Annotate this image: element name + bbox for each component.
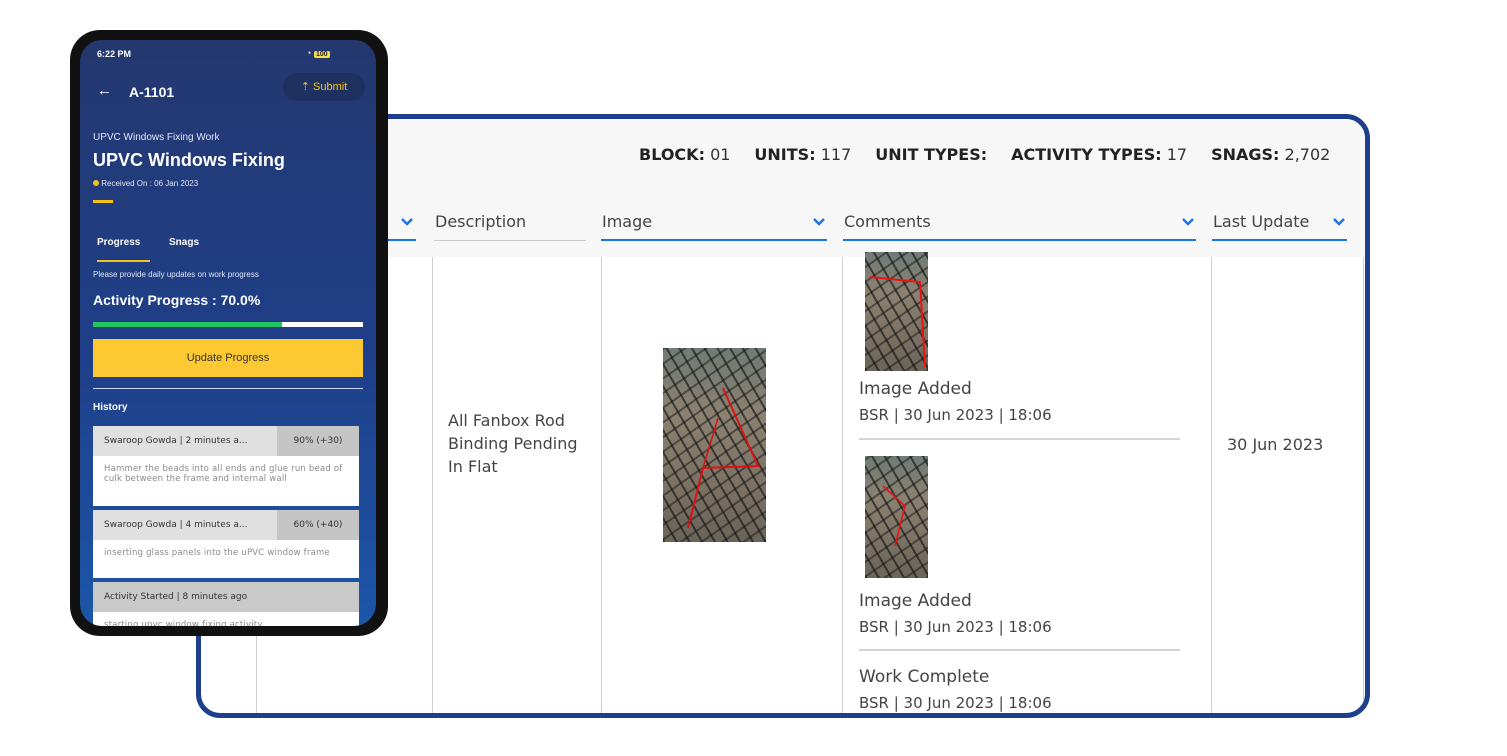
column-label: Image (602, 212, 653, 231)
history-item[interactable]: Swaroop Gowda | 4 minutes a... 60% (+40)… (93, 510, 359, 578)
history-note: starting upvc window fixing activity (104, 620, 263, 626)
stat-snags: SNAGS: 2,702 (1211, 145, 1331, 164)
stat-units: UNITS: 117 (754, 145, 852, 164)
comment-title: Image Added (859, 591, 972, 611)
back-arrow-icon[interactable]: ← (97, 82, 112, 99)
comment-divider (859, 649, 1180, 651)
snag-image[interactable] (663, 348, 766, 542)
comment-title: Image Added (859, 379, 972, 399)
column-header-description[interactable]: Description (434, 207, 586, 241)
column-divider (601, 257, 602, 713)
history-progress: 90% (+30) (277, 426, 359, 456)
comment-meta: BSR | 30 Jun 2023 | 18:06 (859, 406, 1052, 424)
summary-stats: BLOCK: 01 UNITS: 117 UNIT TYPES: ACTIVIT… (639, 145, 1330, 164)
stat-unit-types: UNIT TYPES: (875, 145, 988, 164)
phone-screen: 6:22 PM ◔ 100 ← A-1101 ⇡ Submit UPVC Win… (80, 40, 376, 626)
activity-name: UPVC Windows Fixing (93, 150, 285, 170)
upload-icon: ⇡ (300, 81, 310, 93)
history-title: History (93, 402, 128, 413)
comment-thumbnail[interactable] (865, 456, 928, 578)
update-progress-label: Update Progress (186, 352, 270, 364)
column-label: Comments (844, 212, 931, 231)
column-label: Description (435, 212, 527, 231)
history-author: Activity Started | 8 minutes ago (104, 592, 248, 602)
status-time: 6:22 PM (97, 49, 132, 59)
column-header-last-update[interactable]: Last Update (1212, 207, 1347, 241)
comment-title: Work Complete (859, 667, 990, 687)
column-divider (1211, 257, 1212, 713)
tab-snags[interactable]: Snags (169, 237, 199, 248)
chevron-down-icon (1333, 218, 1345, 226)
column-header-comments[interactable]: Comments (843, 207, 1196, 241)
comment-thumbnail[interactable] (865, 252, 928, 371)
history-note: inserting glass panels into the uPVC win… (104, 548, 330, 558)
history-note: Hammer the beads into all ends and glue … (104, 464, 343, 484)
column-divider (842, 257, 843, 713)
section-divider (93, 388, 363, 389)
stat-block: BLOCK: 01 (639, 145, 731, 164)
history-item[interactable]: Activity Started | 8 minutes ago startin… (93, 582, 359, 626)
history-author: Swaroop Gowda | 4 minutes a... (104, 520, 248, 530)
status-dot (93, 180, 99, 186)
stat-activity-types: ACTIVITY TYPES: 17 (1011, 145, 1188, 164)
phone-device: 6:22 PM ◔ 100 ← A-1101 ⇡ Submit UPVC Win… (70, 30, 388, 636)
snag-description: All Fanbox Rod Binding Pending In Flat (448, 411, 578, 476)
status-icons: ◔ 100 (306, 48, 330, 58)
activity-category: UPVC Windows Fixing Work (93, 132, 220, 143)
tab-indicator (97, 260, 150, 262)
accent-bar (93, 200, 113, 203)
comment-meta: BSR | 30 Jun 2023 | 18:06 (859, 618, 1052, 636)
column-divider (1363, 257, 1364, 713)
submit-button[interactable]: ⇡ Submit (283, 73, 365, 101)
chevron-down-icon (401, 218, 413, 226)
history-author: Swaroop Gowda | 2 minutes a... (104, 436, 248, 446)
wifi-icon: ◔ (306, 48, 312, 58)
comment-divider (859, 438, 1180, 440)
screen-title: A-1101 (129, 84, 175, 100)
chevron-down-icon (1182, 218, 1194, 226)
progress-bar (93, 322, 363, 327)
progress-fill (93, 322, 282, 327)
submit-label: Submit (313, 81, 348, 93)
chevron-down-icon (813, 218, 825, 226)
update-progress-button[interactable]: Update Progress (93, 339, 363, 377)
battery-icon: 100 (313, 51, 330, 58)
column-label: Last Update (1213, 212, 1310, 231)
tab-progress[interactable]: Progress (97, 237, 140, 248)
column-header-image[interactable]: Image (601, 207, 827, 241)
column-divider (432, 257, 433, 713)
progress-hint: Please provide daily updates on work pro… (93, 270, 259, 279)
comment-meta: BSR | 30 Jun 2023 | 18:06 (859, 694, 1052, 712)
history-progress: 60% (+40) (277, 510, 359, 540)
history-item[interactable]: Swaroop Gowda | 2 minutes a... 90% (+30)… (93, 426, 359, 506)
received-date: Received On : 06 Jan 2023 (93, 179, 198, 188)
last-update-date: 30 Jun 2023 (1227, 435, 1324, 454)
progress-label: Activity Progress : 70.0% (93, 292, 261, 308)
